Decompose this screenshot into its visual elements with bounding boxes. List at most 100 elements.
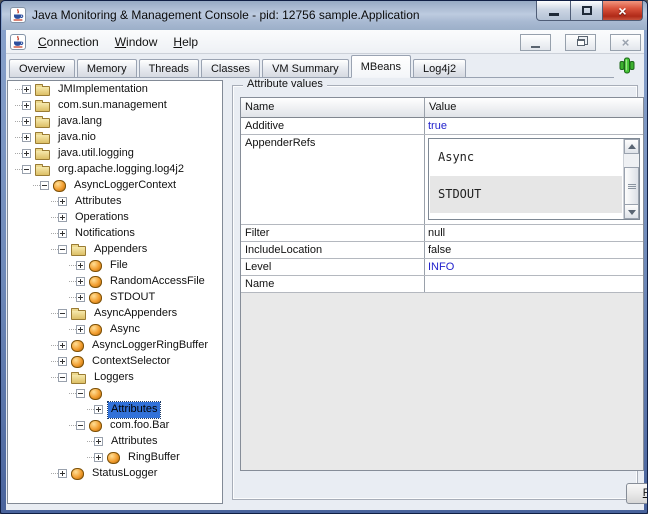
tab-vm-summary[interactable]: VM Summary — [262, 59, 349, 78]
scroll-down-button[interactable] — [624, 204, 639, 219]
tree-node[interactable]: Attributes — [8, 194, 222, 210]
menu-help[interactable]: Help — [165, 32, 206, 52]
tree-node-label[interactable]: RingBuffer — [125, 450, 183, 466]
tree-toggle[interactable] — [94, 437, 103, 446]
tree-node[interactable]: AsyncLoggerRingBuffer — [8, 338, 222, 354]
attr-value-cell[interactable]: false — [425, 242, 643, 258]
tree-toggle[interactable] — [58, 213, 67, 222]
tree-node-label[interactable]: STDOUT — [107, 290, 158, 306]
menu-window[interactable]: Window — [107, 32, 166, 52]
attr-name-cell[interactable]: Level — [241, 259, 425, 275]
tree-node[interactable]: Attributes — [8, 434, 222, 450]
attr-name-cell[interactable]: Additive — [241, 118, 425, 134]
menu-connection[interactable]: Connection — [30, 32, 107, 52]
tab-classes[interactable]: Classes — [201, 59, 260, 78]
attr-value-cell[interactable]: true — [425, 118, 643, 134]
tree-node-label[interactable]: java.lang — [55, 114, 105, 130]
tree-toggle[interactable] — [76, 261, 85, 270]
tree-toggle[interactable] — [22, 85, 31, 94]
tab-threads[interactable]: Threads — [139, 59, 199, 78]
attr-value-cell[interactable]: INFO — [425, 259, 643, 275]
tree-node[interactable]: java.util.logging — [8, 146, 222, 162]
tree-node-label[interactable]: AsyncLoggerContext — [71, 178, 179, 194]
tree-node[interactable]: Appenders — [8, 242, 222, 258]
tree-node-label[interactable]: Appenders — [91, 242, 150, 258]
tree-node[interactable]: ContextSelector — [8, 354, 222, 370]
scrollbar[interactable] — [623, 139, 639, 219]
tree-node-label[interactable]: Operations — [72, 210, 132, 226]
tree-node[interactable]: JMImplementation — [8, 82, 222, 98]
tree-node-label[interactable]: Notifications — [72, 226, 138, 242]
tree-node-label[interactable]: RandomAccessFile — [107, 274, 208, 290]
tree-node-label[interactable]: File — [107, 258, 131, 274]
tree-node-label[interactable]: Attributes — [108, 402, 160, 418]
attr-value-cell[interactable] — [425, 276, 643, 292]
tree-toggle[interactable] — [76, 389, 85, 398]
tree-node[interactable]: AsyncLoggerContext — [8, 178, 222, 194]
tree-toggle[interactable] — [58, 197, 67, 206]
tree-node[interactable]: Operations — [8, 210, 222, 226]
tree-node[interactable]: File — [8, 258, 222, 274]
tree-node-label[interactable]: JMImplementation — [55, 82, 151, 98]
list-item[interactable]: Async — [430, 139, 622, 176]
attr-name-cell[interactable]: Filter — [241, 225, 425, 241]
tree-node-label[interactable]: Attributes — [72, 194, 124, 210]
tab-memory[interactable]: Memory — [77, 59, 137, 78]
tree-node-label[interactable]: Attributes — [108, 434, 160, 450]
tree-toggle[interactable] — [22, 133, 31, 142]
tree-toggle[interactable] — [22, 165, 31, 174]
list-item[interactable]: STDOUT — [430, 176, 622, 213]
tree-toggle[interactable] — [76, 325, 85, 334]
maximize-button[interactable] — [570, 1, 603, 21]
tree-toggle[interactable] — [22, 117, 31, 126]
tree-node[interactable]: java.lang — [8, 114, 222, 130]
minimize-button[interactable] — [536, 1, 571, 21]
close-button[interactable]: × — [602, 1, 643, 21]
tree-toggle[interactable] — [58, 357, 67, 366]
attr-name-cell[interactable]: Name — [241, 276, 425, 292]
tree-toggle[interactable] — [22, 149, 31, 158]
tree-node-label[interactable]: Loggers — [91, 370, 137, 386]
tree-node[interactable]: org.apache.logging.log4j2 — [8, 162, 222, 178]
frame-minimize-button[interactable] — [520, 34, 551, 51]
tree-toggle[interactable] — [22, 101, 31, 110]
tree-toggle[interactable] — [76, 421, 85, 430]
tree-node[interactable]: com.foo.Bar — [8, 418, 222, 434]
tree-toggle[interactable] — [76, 277, 85, 286]
title-bar[interactable]: Java Monitoring & Management Console - p… — [2, 1, 647, 30]
column-header-name[interactable]: Name — [241, 98, 425, 118]
tab-overview[interactable]: Overview — [9, 59, 75, 78]
tree-node[interactable]: STDOUT — [8, 290, 222, 306]
attr-value-cell[interactable]: null — [425, 225, 643, 241]
frame-restore-button[interactable] — [565, 34, 596, 51]
tree-node-label[interactable]: org.apache.logging.log4j2 — [55, 162, 187, 178]
tree-toggle[interactable] — [58, 373, 67, 382]
tree-node-label[interactable]: com.sun.management — [55, 98, 170, 114]
tree-node-label[interactable]: ContextSelector — [89, 354, 173, 370]
tree-node-label[interactable]: java.util.logging — [55, 146, 137, 162]
tree-node[interactable]: com.sun.management — [8, 98, 222, 114]
tree-node[interactable] — [8, 386, 222, 402]
refresh-button[interactable]: Refresh — [626, 483, 648, 504]
tree-toggle[interactable] — [94, 453, 103, 462]
tab-mbeans[interactable]: MBeans — [351, 55, 411, 78]
attr-value-cell[interactable]: AsyncSTDOUT — [425, 135, 643, 224]
tree-node[interactable]: Notifications — [8, 226, 222, 242]
attr-name-cell[interactable]: AppenderRefs — [241, 135, 425, 224]
tab-log4j2[interactable]: Log4j2 — [413, 59, 466, 78]
tree-node[interactable]: RingBuffer — [8, 450, 222, 466]
tree-node-label[interactable]: AsyncLoggerRingBuffer — [89, 338, 211, 354]
tree-node[interactable]: Loggers — [8, 370, 222, 386]
tree-node-label[interactable]: com.foo.Bar — [107, 418, 172, 434]
tree-toggle[interactable] — [58, 245, 67, 254]
tree-toggle[interactable] — [58, 341, 67, 350]
tree-node[interactable]: AsyncAppenders — [8, 306, 222, 322]
tree-node-label[interactable]: StatusLogger — [89, 466, 160, 482]
tree-node[interactable]: RandomAccessFile — [8, 274, 222, 290]
tree-toggle[interactable] — [76, 293, 85, 302]
tree-node-label[interactable]: AsyncAppenders — [91, 306, 180, 322]
attr-name-cell[interactable]: IncludeLocation — [241, 242, 425, 258]
tree-toggle[interactable] — [58, 229, 67, 238]
tree-node[interactable]: java.nio — [8, 130, 222, 146]
tree-node-label[interactable]: Async — [107, 322, 143, 338]
